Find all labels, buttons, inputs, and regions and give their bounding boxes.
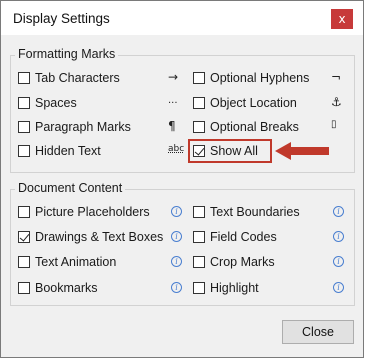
highlight-option[interactable]: Highlight [193, 279, 259, 297]
show-all-label: Show All [210, 144, 258, 158]
anchor-icon: ⚓ [331, 95, 342, 109]
paragraph-marks-checkbox[interactable] [18, 121, 30, 133]
display-settings-dialog: Display Settings x Formatting Marks Tab … [0, 0, 364, 358]
field-codes-info-icon[interactable]: i [333, 231, 344, 242]
spaces-label: Spaces [35, 96, 77, 110]
object-location-label: Object Location [210, 96, 297, 110]
highlight-info-icon[interactable]: i [333, 282, 344, 293]
text-boundaries-checkbox[interactable] [193, 206, 205, 218]
spaces-option[interactable]: Spaces [18, 94, 77, 112]
spaces-checkbox[interactable] [18, 97, 30, 109]
annotation-arrow-icon [275, 142, 329, 160]
field-codes-checkbox[interactable] [193, 231, 205, 243]
crop-marks-checkbox[interactable] [193, 256, 205, 268]
drawings-text-boxes-info-icon[interactable]: i [171, 231, 182, 242]
tab-arrow-icon: → [168, 70, 179, 84]
title-bar: Display Settings x [1, 1, 363, 35]
crop-marks-option[interactable]: Crop Marks [193, 253, 275, 271]
close-icon: x [338, 12, 346, 26]
pilcrow-icon: ¶ [168, 119, 176, 133]
paragraph-marks-label: Paragraph Marks [35, 120, 131, 134]
space-dots-icon: ... [168, 95, 178, 106]
text-boundaries-option[interactable]: Text Boundaries [193, 203, 300, 221]
optional-hyphens-label: Optional Hyphens [210, 71, 310, 85]
bookmarks-option[interactable]: Bookmarks [18, 279, 98, 297]
text-boundaries-label: Text Boundaries [210, 205, 300, 219]
picture-placeholders-label: Picture Placeholders [35, 205, 150, 219]
close-button[interactable]: Close [282, 320, 354, 344]
tab-characters-label: Tab Characters [35, 71, 120, 85]
bookmarks-checkbox[interactable] [18, 282, 30, 294]
optional-hyphen-icon: ¬ [331, 70, 342, 84]
optional-break-icon: ▯ [331, 119, 337, 130]
bookmarks-info-icon[interactable]: i [171, 282, 182, 293]
tab-characters-checkbox[interactable] [18, 72, 30, 84]
text-animation-option[interactable]: Text Animation [18, 253, 116, 271]
drawings-text-boxes-checkbox[interactable] [18, 231, 30, 243]
text-animation-label: Text Animation [35, 255, 117, 269]
bookmarks-label: Bookmarks [35, 281, 98, 295]
optional-hyphens-option[interactable]: Optional Hyphens [193, 69, 309, 87]
picture-placeholders-info-icon[interactable]: i [171, 206, 182, 217]
drawings-text-boxes-option[interactable]: Drawings & Text Boxes [18, 228, 163, 246]
window-close-button[interactable]: x [331, 9, 353, 29]
highlight-label: Highlight [210, 281, 259, 295]
crop-marks-info-icon[interactable]: i [333, 256, 344, 267]
paragraph-marks-option[interactable]: Paragraph Marks [18, 118, 131, 136]
drawings-text-boxes-label: Drawings & Text Boxes [35, 230, 164, 244]
hidden-text-icon: abc [168, 144, 185, 154]
show-all-checkbox[interactable] [193, 145, 205, 157]
crop-marks-label: Crop Marks [210, 255, 275, 269]
picture-placeholders-checkbox[interactable] [18, 206, 30, 218]
text-animation-checkbox[interactable] [18, 256, 30, 268]
tab-characters-option[interactable]: Tab Characters [18, 69, 120, 87]
hidden-text-label: Hidden Text [35, 144, 101, 158]
optional-breaks-option[interactable]: Optional Breaks [193, 118, 299, 136]
text-animation-info-icon[interactable]: i [171, 256, 182, 267]
optional-breaks-checkbox[interactable] [193, 121, 205, 133]
hidden-text-option[interactable]: Hidden Text [18, 142, 101, 160]
object-location-checkbox[interactable] [193, 97, 205, 109]
picture-placeholders-option[interactable]: Picture Placeholders [18, 203, 150, 221]
text-boundaries-info-icon[interactable]: i [333, 206, 344, 217]
optional-breaks-label: Optional Breaks [210, 120, 299, 134]
check-mark-icon [19, 231, 30, 242]
dialog-title: Display Settings [13, 11, 110, 26]
object-location-option[interactable]: Object Location [193, 94, 297, 112]
optional-hyphens-checkbox[interactable] [193, 72, 205, 84]
check-mark-icon [194, 145, 205, 156]
document-content-title: Document Content [15, 181, 126, 195]
show-all-option[interactable]: Show All [193, 142, 258, 160]
hidden-text-checkbox[interactable] [18, 145, 30, 157]
highlight-checkbox[interactable] [193, 282, 205, 294]
field-codes-label: Field Codes [210, 230, 277, 244]
field-codes-option[interactable]: Field Codes [193, 228, 277, 246]
formatting-marks-title: Formatting Marks [15, 47, 119, 61]
